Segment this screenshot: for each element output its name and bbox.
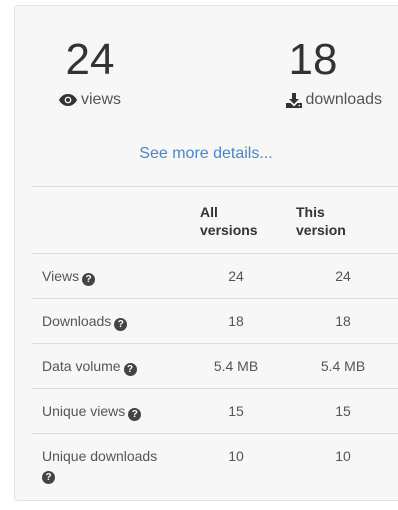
all-versions-value: 15 xyxy=(184,388,288,434)
all-versions-value: 10 xyxy=(184,433,288,492)
views-count: 24 xyxy=(65,35,115,84)
row-label: Downloads xyxy=(42,313,112,329)
header-empty xyxy=(32,186,184,254)
see-more-details-link[interactable]: See more details... xyxy=(14,143,398,165)
row-label-cell: Views? xyxy=(32,253,184,299)
downloads-label-row: downloads xyxy=(244,88,382,112)
row-label-cell: Unique views? xyxy=(32,388,184,434)
all-versions-value: 18 xyxy=(184,298,288,344)
table-row: Downloads? 18 18 xyxy=(32,298,398,344)
table-row: Data volume? 5.4 MB 5.4 MB xyxy=(32,343,398,389)
row-label: Unique downloads xyxy=(42,448,158,464)
views-label-row: views xyxy=(36,88,144,112)
this-version-value: 24 xyxy=(288,253,398,299)
row-label: Unique views xyxy=(42,403,126,419)
this-version-value: 18 xyxy=(288,298,398,344)
header-this-line1: This xyxy=(296,204,325,220)
this-version-value: 5.4 MB xyxy=(288,343,398,389)
row-label: Views xyxy=(42,268,80,284)
question-circle-icon[interactable]: ? xyxy=(114,318,128,331)
table-header-row: All versions This version xyxy=(32,186,398,254)
table-row: Unique downloads? 10 10 xyxy=(32,433,398,492)
question-circle-icon[interactable]: ? xyxy=(123,363,137,376)
header-all-versions: All versions xyxy=(184,186,288,254)
views-stat: 24 views xyxy=(36,32,144,112)
downloads-label: downloads xyxy=(305,91,383,108)
all-versions-value: 5.4 MB xyxy=(184,343,288,389)
this-version-value: 15 xyxy=(288,388,398,434)
download-icon xyxy=(285,92,302,108)
row-label-cell: Data volume? xyxy=(32,343,184,389)
question-circle-icon[interactable]: ? xyxy=(42,471,55,484)
header-all-line2: versions xyxy=(200,222,258,238)
row-label-cell: Unique downloads? xyxy=(32,433,184,492)
header-all-line1: All xyxy=(200,204,218,220)
table-row: Unique views? 15 15 xyxy=(32,388,398,434)
header-this-version: This version xyxy=(288,186,398,254)
views-label: views xyxy=(80,91,121,108)
table-row: Views? 24 24 xyxy=(32,253,398,299)
row-label: Data volume xyxy=(42,358,121,374)
all-versions-value: 24 xyxy=(184,253,288,299)
header-this-line2: version xyxy=(296,222,346,238)
downloads-count: 18 xyxy=(288,35,338,84)
question-circle-icon[interactable]: ? xyxy=(128,408,142,421)
eye-icon xyxy=(58,94,77,106)
question-circle-icon[interactable]: ? xyxy=(82,273,96,286)
row-label-cell: Downloads? xyxy=(32,298,184,344)
stats-table: All versions This version Views? 24 24 D… xyxy=(32,186,398,492)
downloads-stat: 18 downloads xyxy=(244,32,382,112)
this-version-value: 10 xyxy=(288,433,398,492)
